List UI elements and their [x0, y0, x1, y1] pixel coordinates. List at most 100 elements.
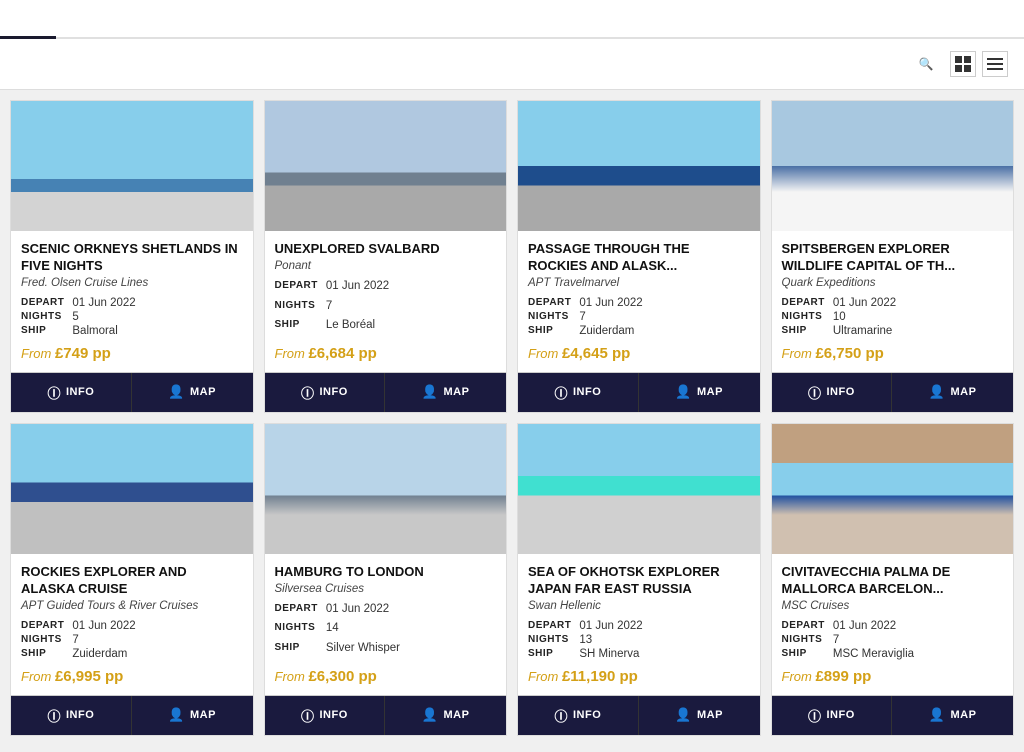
cruise-title: HAMBURG TO LONDON — [275, 564, 497, 581]
nights-label: NIGHTS — [782, 311, 825, 323]
depart-value: 01 Jun 2022 — [72, 620, 242, 632]
cruise-details: DEPART 01 Jun 2022 NIGHTS 13 SHIP SH Min… — [528, 620, 750, 660]
info-icon: ⓘ — [808, 383, 822, 402]
depart-label: DEPART — [782, 297, 825, 309]
list-view-button[interactable] — [982, 51, 1008, 77]
nights-label: NIGHTS — [21, 311, 64, 323]
ship-value: Zuiderdam — [72, 648, 242, 660]
ship-label: SHIP — [21, 325, 64, 337]
card-body: SCENIC ORKNEYS SHETLANDS IN FIVE NIGHTS … — [11, 231, 253, 372]
nights-value: 7 — [326, 300, 496, 318]
tab-find-ship[interactable] — [56, 0, 112, 37]
cruise-details: DEPART 01 Jun 2022 NIGHTS 7 SHIP MSC Mer… — [782, 620, 1004, 660]
depart-label: DEPART — [21, 297, 64, 309]
card-body: CIVITAVECCHIA PALMA DE MALLORCA BARCELON… — [772, 554, 1014, 695]
info-button[interactable]: ⓘ INFO — [11, 696, 132, 735]
card-actions: ⓘ INFO 👤 MAP — [772, 372, 1014, 412]
price-from: From — [528, 669, 562, 684]
price-from: From — [21, 669, 55, 684]
info-label: INFO — [66, 709, 94, 721]
cruise-card: PASSAGE THROUGH THE ROCKIES AND ALASK...… — [517, 100, 761, 413]
map-button[interactable]: 👤 MAP — [132, 373, 253, 412]
card-actions: ⓘ INFO 👤 MAP — [265, 372, 507, 412]
map-button[interactable]: 👤 MAP — [385, 696, 506, 735]
info-label: INFO — [319, 386, 347, 398]
cruise-title: ROCKIES EXPLORER AND ALASKA CRUISE — [21, 564, 243, 598]
ship-value: Ultramarine — [833, 325, 1003, 337]
depart-label: DEPART — [275, 280, 318, 298]
card-image — [518, 424, 760, 554]
depart-value: 01 Jun 2022 — [326, 280, 496, 298]
info-icon: ⓘ — [47, 706, 61, 725]
cruise-details: DEPART 01 Jun 2022 NIGHTS 7 SHIP Zuiderd… — [21, 620, 243, 660]
ship-image — [772, 424, 1014, 554]
map-label: MAP — [950, 386, 976, 398]
cruise-title: SEA OF OKHOTSK EXPLORER JAPAN FAR EAST R… — [528, 564, 750, 598]
info-label: INFO — [319, 709, 347, 721]
ship-label: SHIP — [21, 648, 64, 660]
info-button[interactable]: ⓘ INFO — [772, 373, 893, 412]
map-button[interactable]: 👤 MAP — [639, 373, 760, 412]
info-icon: ⓘ — [554, 706, 568, 725]
depart-label: DEPART — [782, 620, 825, 632]
card-image — [265, 424, 507, 554]
map-button[interactable]: 👤 MAP — [892, 696, 1013, 735]
price-from: From — [782, 346, 816, 361]
ship-label: SHIP — [782, 648, 825, 660]
ship-label: SHIP — [782, 325, 825, 337]
info-button[interactable]: ⓘ INFO — [518, 696, 639, 735]
info-button[interactable]: ⓘ INFO — [265, 373, 386, 412]
map-icon: 👤 — [929, 384, 946, 400]
info-button[interactable]: ⓘ INFO — [772, 696, 893, 735]
info-icon: ⓘ — [554, 383, 568, 402]
cruise-operator: Silversea Cruises — [275, 583, 497, 595]
map-icon: 👤 — [422, 707, 439, 723]
map-icon: 👤 — [675, 384, 692, 400]
map-label: MAP — [190, 709, 216, 721]
info-button[interactable]: ⓘ INFO — [518, 373, 639, 412]
tab-find-cruise[interactable] — [0, 0, 56, 39]
cruise-details: DEPART 01 Jun 2022 NIGHTS 5 SHIP Balmora… — [21, 297, 243, 337]
depart-value: 01 Jun 2022 — [326, 603, 496, 621]
info-label: INFO — [826, 386, 854, 398]
card-image — [265, 101, 507, 231]
info-button[interactable]: ⓘ INFO — [11, 373, 132, 412]
card-body: UNEXPLORED SVALBARD Ponant DEPART 01 Jun… — [265, 231, 507, 372]
info-button[interactable]: ⓘ INFO — [265, 696, 386, 735]
cruise-price: From £6,750 pp — [782, 345, 1004, 362]
ship-label: SHIP — [528, 325, 571, 337]
ship-image — [518, 424, 760, 554]
ship-value: MSC Meraviglia — [833, 648, 1003, 660]
view-amend-search[interactable]: 🔍 — [914, 57, 934, 71]
ship-image — [265, 424, 507, 554]
map-button[interactable]: 👤 MAP — [639, 696, 760, 735]
map-button[interactable]: 👤 MAP — [385, 373, 506, 412]
card-actions: ⓘ INFO 👤 MAP — [772, 695, 1014, 735]
search-icon: 🔍 — [919, 57, 934, 71]
cruise-operator: Ponant — [275, 260, 497, 272]
depart-value: 01 Jun 2022 — [833, 297, 1003, 309]
map-icon: 👤 — [929, 707, 946, 723]
grid-view-button[interactable] — [950, 51, 976, 77]
cruise-title: UNEXPLORED SVALBARD — [275, 241, 497, 258]
nights-label: NIGHTS — [275, 300, 318, 318]
nights-label: NIGHTS — [275, 622, 318, 640]
map-button[interactable]: 👤 MAP — [132, 696, 253, 735]
card-image — [11, 424, 253, 554]
depart-value: 01 Jun 2022 — [72, 297, 242, 309]
grid-icon — [955, 56, 971, 72]
nights-value: 7 — [833, 634, 1003, 646]
search-bar: 🔍 — [0, 39, 1024, 90]
nights-value: 14 — [326, 622, 496, 640]
map-label: MAP — [697, 386, 723, 398]
nights-label: NIGHTS — [21, 634, 64, 646]
depart-label: DEPART — [528, 297, 571, 309]
map-button[interactable]: 👤 MAP — [892, 373, 1013, 412]
ship-image — [772, 101, 1014, 231]
card-body: SEA OF OKHOTSK EXPLORER JAPAN FAR EAST R… — [518, 554, 760, 695]
cruise-card: UNEXPLORED SVALBARD Ponant DEPART 01 Jun… — [264, 100, 508, 413]
cruise-card: HAMBURG TO LONDON Silversea Cruises DEPA… — [264, 423, 508, 736]
map-label: MAP — [697, 709, 723, 721]
ship-image — [11, 424, 253, 554]
cruise-price: From £11,190 pp — [528, 668, 750, 685]
